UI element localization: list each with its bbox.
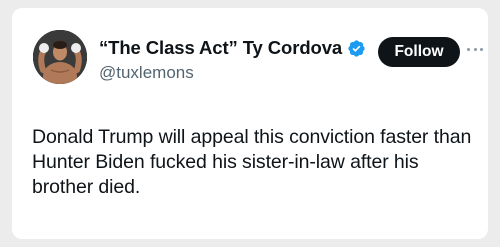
avatar-image <box>33 30 87 84</box>
author-display-name[interactable]: “The Class Act” Ty Cordova <box>99 37 342 59</box>
author-name-row[interactable]: “The Class Act” Ty Cordova <box>99 36 366 60</box>
author-handle[interactable]: @tuxlemons <box>99 63 194 83</box>
verified-badge-icon <box>347 39 366 58</box>
follow-button[interactable]: Follow <box>378 37 460 67</box>
tweet-card: “The Class Act” Ty Cordova @tuxlemons Fo… <box>12 8 488 239</box>
more-horizontal-icon[interactable] <box>467 44 483 54</box>
avatar[interactable] <box>33 30 87 84</box>
tweet-text: Donald Trump will appeal this conviction… <box>32 126 472 198</box>
